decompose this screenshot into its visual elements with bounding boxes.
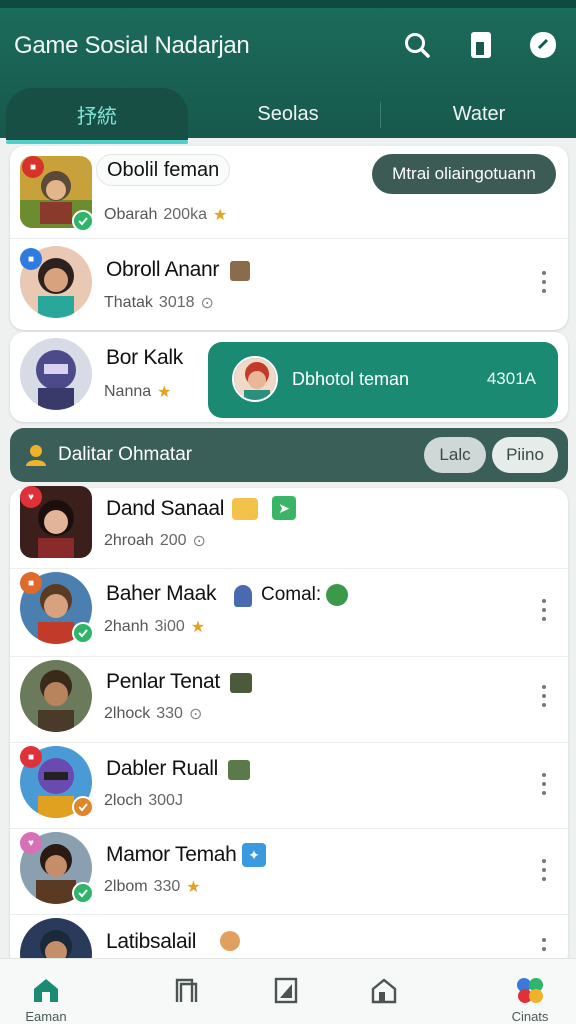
app-bar: Game Sosial Nadarjan 抒統 Seolas Water — [0, 8, 576, 144]
friend-stat: 2lhock 330 ⊙ — [104, 705, 203, 723]
games-icon — [515, 975, 545, 1005]
chat-friend-value: 4301A — [486, 369, 536, 388]
name-chip: Obolil feman — [96, 154, 231, 186]
star-icon: ★ — [212, 207, 228, 224]
filter-button[interactable]: Lalc — [424, 437, 486, 473]
live-badge-icon: ■ — [20, 746, 42, 768]
online-check-icon — [72, 210, 94, 232]
nav-house[interactable] — [344, 959, 424, 1024]
more-options-icon[interactable] — [534, 590, 554, 630]
home-icon — [31, 975, 61, 1005]
bottom-nav: Eaman Cinats — [0, 958, 576, 1024]
sparkle-icon: ✦ — [242, 843, 266, 867]
friend-stat: 2hroah 200 ⊙ — [104, 532, 206, 550]
info-badge-icon: ■ — [20, 248, 42, 270]
heart-badge-icon: ♥ — [20, 832, 42, 854]
avatar[interactable] — [20, 660, 92, 732]
friend-stat: 2lbom 330 ★ — [104, 878, 201, 896]
circle-icon: ⊙ — [200, 295, 214, 312]
nav-home[interactable]: Eaman — [6, 959, 86, 1024]
star-icon: ★ — [186, 879, 201, 896]
bookmark-icon[interactable] — [464, 28, 498, 62]
friend-name: Obroll Ananr — [106, 258, 220, 281]
star-icon: ★ — [190, 619, 206, 636]
avatar[interactable] — [20, 338, 92, 410]
tab-friends[interactable]: 抒統 — [6, 88, 188, 140]
doorway-icon — [171, 975, 201, 1005]
friend-stat: 2loch 300J — [104, 792, 183, 809]
friend-name: Bor Kalk — [106, 346, 183, 369]
divider — [10, 238, 568, 239]
online-check-icon — [72, 882, 94, 904]
flame-badge-icon: ■ — [20, 572, 42, 594]
ping-button[interactable]: Piino — [492, 437, 558, 473]
friend-name: Dabler Ruall — [106, 757, 218, 780]
friend-stat: Nanna ★ — [104, 383, 172, 401]
online-check-icon — [72, 622, 94, 644]
friend-stat: Thatak 3018 ⊙ — [104, 294, 214, 312]
nav-games[interactable]: Cinats — [490, 959, 570, 1024]
status-bar — [0, 0, 576, 8]
tag-icon[interactable] — [526, 28, 560, 62]
section-title: Dalitar Ohmatar — [58, 444, 193, 465]
pending-check-icon — [72, 796, 94, 818]
chat-friend-button[interactable]: Dbhotol teman 4301A — [208, 342, 558, 418]
more-options-icon[interactable] — [534, 930, 554, 958]
house-icon — [369, 975, 399, 1005]
emoji-icon — [220, 931, 240, 951]
leaf-icon — [326, 584, 348, 606]
more-options-icon[interactable] — [534, 676, 554, 716]
nav-doorway[interactable] — [146, 959, 226, 1024]
friend-extra: Comal: — [261, 584, 322, 605]
tab-social[interactable]: Seolas — [196, 88, 380, 140]
person-icon — [234, 585, 252, 607]
friend-stat: Obarah 200ka ★ — [104, 206, 228, 224]
divider — [10, 742, 568, 743]
live-badge-icon: ■ — [22, 156, 44, 178]
avatar — [232, 356, 278, 402]
more-options-icon[interactable] — [534, 262, 554, 302]
circle-icon: ⊙ — [192, 533, 206, 550]
more-options-icon[interactable] — [534, 764, 554, 804]
tab-indicator — [6, 140, 188, 144]
friend-name: Baher Maak — [106, 582, 217, 605]
friend-stat: 2hanh 3i00 ★ — [104, 618, 206, 636]
divider — [10, 828, 568, 829]
nav-notes[interactable] — [246, 959, 326, 1024]
star-icon: ★ — [157, 384, 172, 401]
emoji-icon — [230, 673, 252, 693]
friend-name: Penlar Tenat — [106, 670, 220, 693]
friend-name: Dand Sanaal — [106, 497, 225, 520]
app-title: Game Sosial Nadarjan — [14, 32, 250, 59]
heart-badge-icon: ♥ — [20, 486, 42, 508]
divider — [10, 914, 568, 915]
emoji-icon — [228, 760, 250, 780]
user-icon — [24, 443, 48, 472]
tab-divider — [380, 102, 381, 128]
nav-games-label: Cinats — [511, 1009, 549, 1024]
friend-name: Obolil feman — [107, 158, 220, 181]
divider — [10, 656, 568, 657]
nav-home-label: Eaman — [25, 1009, 67, 1024]
emoji-icon — [232, 498, 258, 520]
tab-water[interactable]: Water — [382, 88, 576, 140]
action-button[interactable]: Mtrai oliaingotuann — [372, 154, 556, 194]
search-icon[interactable] — [400, 28, 434, 62]
friends-list — [10, 488, 568, 968]
tab-bar: 抒統 Seolas Water — [0, 88, 576, 144]
note-icon — [271, 975, 301, 1005]
emoji-icon — [230, 261, 250, 281]
chat-friend-label: Dbhotol teman — [292, 369, 410, 389]
share-icon: ➤ — [272, 496, 296, 520]
circle-icon: ⊙ — [188, 706, 203, 723]
friend-name: Mamor Temah — [106, 843, 237, 866]
more-options-icon[interactable] — [534, 850, 554, 890]
friend-name: Latibsalail — [106, 930, 197, 953]
divider — [10, 568, 568, 569]
